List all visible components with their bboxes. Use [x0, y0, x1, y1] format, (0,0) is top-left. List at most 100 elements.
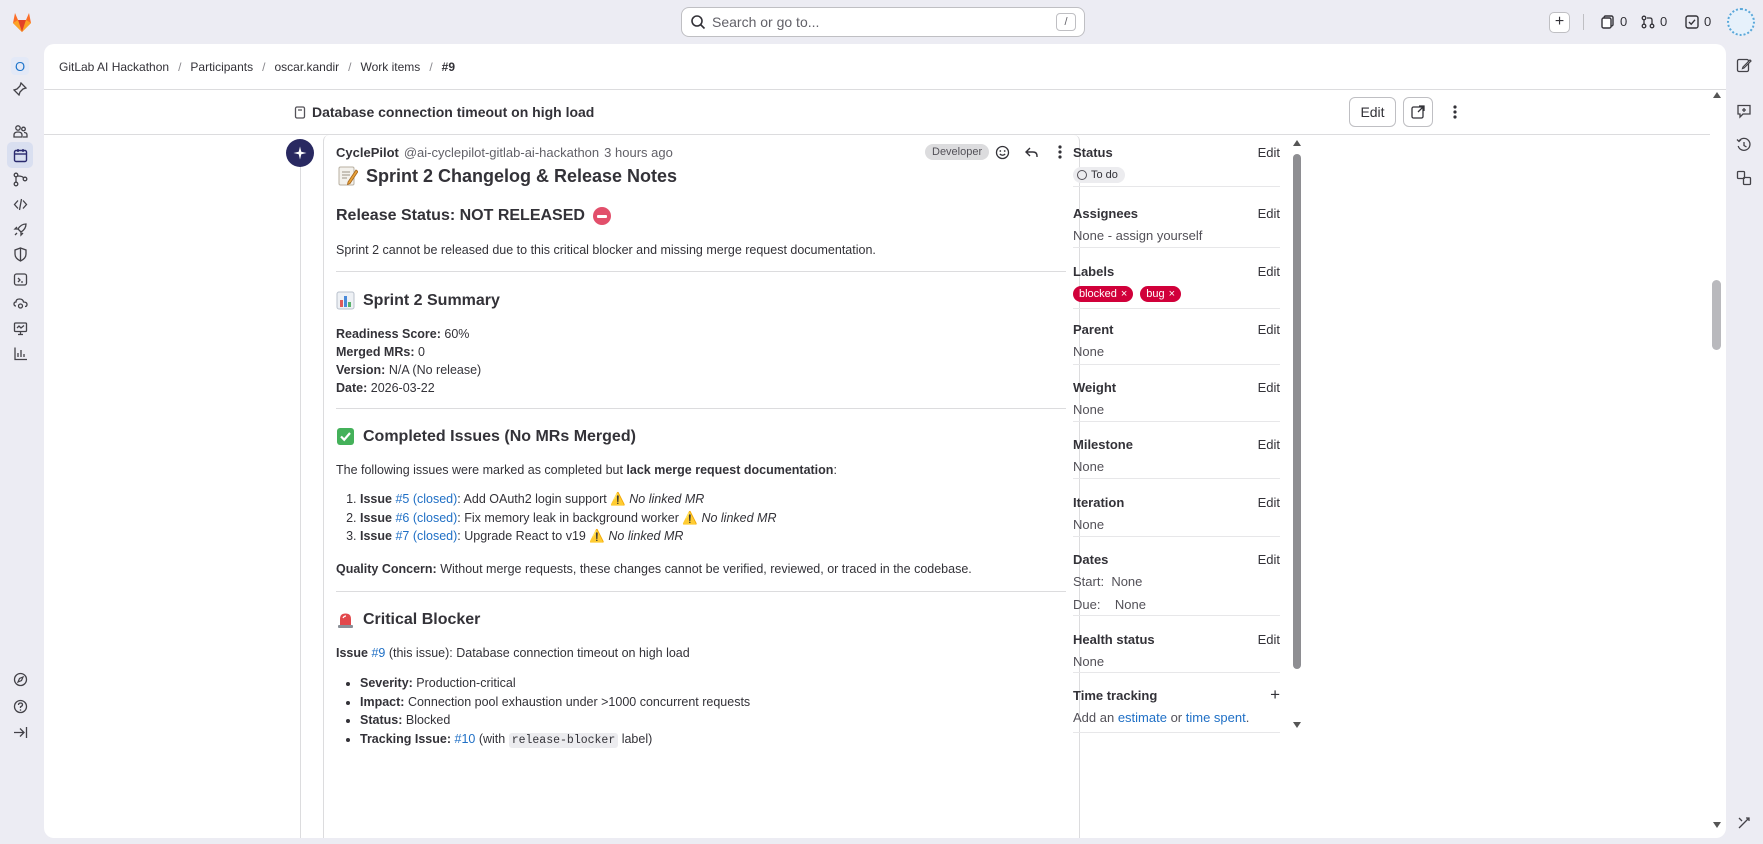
code-merge-icon[interactable] [11, 170, 29, 188]
related-items-icon[interactable] [1736, 170, 1754, 188]
more-actions-kebab-icon[interactable] [1445, 102, 1465, 122]
duo-assistant-icon[interactable] [1736, 815, 1754, 833]
breadcrumb: GitLab AI Hackathon / Participants / oscar… [59, 60, 456, 74]
pin-icon[interactable] [11, 80, 29, 98]
issues-icon [1601, 14, 1614, 29]
list-item: Status: Blocked [360, 711, 1066, 730]
issue-link[interactable]: #5 (closed) [395, 492, 457, 506]
edit-parent-button[interactable]: Edit [1258, 322, 1280, 337]
code-icon[interactable] [11, 195, 29, 213]
manage-icon[interactable] [11, 122, 29, 140]
release-status-text: Sprint 2 cannot be released due to this … [336, 243, 876, 257]
todo-checkbox-icon [1685, 14, 1699, 29]
explore-compass-icon[interactable] [11, 670, 29, 688]
help-icon[interactable] [11, 697, 29, 715]
add-comment-icon[interactable] [1736, 103, 1754, 121]
list-item: Issue #6 (closed): Fix memory leak in ba… [360, 509, 1066, 528]
divider [1073, 308, 1280, 309]
sidebar-scroll-up-icon[interactable] [1293, 140, 1301, 146]
gitlab-logo-icon[interactable] [10, 10, 34, 34]
create-new-button[interactable]: + [1549, 12, 1570, 33]
left-navigation-rail: O [0, 44, 40, 844]
emoji-reaction-icon[interactable] [993, 143, 1011, 161]
operate-icon[interactable] [11, 294, 29, 312]
remove-label-icon[interactable]: × [1121, 288, 1127, 300]
list-item: Issue #7 (closed): Upgrade React to v19 … [360, 527, 1066, 546]
note-author[interactable]: CyclePilot [336, 145, 399, 160]
summary-heading: Sprint 2 Summary [336, 291, 1066, 310]
plan-icon[interactable] [7, 142, 33, 168]
monitor-icon[interactable] [11, 319, 29, 337]
sidebar-scrollbar[interactable] [1293, 154, 1301, 669]
note-more-kebab-icon[interactable] [1051, 143, 1069, 161]
weight-section: Weight Edit None [1073, 380, 1280, 417]
assign-yourself-link[interactable]: None - assign yourself [1073, 228, 1280, 243]
breadcrumb-item[interactable]: Participants [190, 60, 253, 74]
label-chip[interactable]: bug × [1140, 286, 1182, 302]
estimate-link[interactable]: estimate [1118, 710, 1167, 725]
edit-milestone-button[interactable]: Edit [1258, 437, 1280, 452]
issue-link[interactable]: #9 [371, 646, 385, 660]
edit-labels-button[interactable]: Edit [1258, 264, 1280, 279]
history-icon[interactable] [1736, 137, 1754, 155]
edit-button[interactable]: Edit [1349, 97, 1396, 127]
edit-iteration-button[interactable]: Edit [1258, 495, 1280, 510]
label-chip[interactable]: blocked × [1073, 286, 1134, 302]
work-item-title: Database connection timeout on high load [312, 104, 595, 120]
warning-emoji-icon: ⚠️ [610, 492, 626, 506]
divider [1073, 478, 1280, 479]
user-avatar[interactable] [1727, 8, 1755, 36]
search-input[interactable]: Search or go to... / [681, 7, 1085, 37]
time-spent-link[interactable]: time spent [1186, 710, 1246, 725]
merge-requests-count: 0 [1660, 14, 1668, 29]
deploy-icon[interactable] [11, 270, 29, 288]
health-status-section: Health status Edit None [1073, 632, 1280, 669]
list-item: Impact: Connection pool exhaustion under… [360, 693, 1066, 712]
iteration-section: Iteration Edit None [1073, 495, 1280, 532]
issue-link[interactable]: #6 (closed) [395, 511, 457, 525]
shield-icon[interactable] [11, 245, 29, 263]
breadcrumb-item[interactable]: Work items [361, 60, 421, 74]
page-scroll-up-icon[interactable] [1713, 92, 1721, 98]
summary-row: Readiness Score: 60% [336, 327, 470, 341]
organization-avatar[interactable]: O [11, 57, 29, 75]
edit-dates-button[interactable]: Edit [1258, 552, 1280, 567]
breadcrumb-current[interactable]: #9 [442, 60, 455, 74]
assigned-issues-button[interactable]: 0 [1601, 14, 1627, 29]
status-badge: To do [1073, 167, 1125, 183]
timeline-line [300, 164, 301, 838]
note-actions [993, 143, 1069, 161]
edit-weight-button[interactable]: Edit [1258, 380, 1280, 395]
top-bar: Search or go to... / + 0 0 0 [0, 0, 1763, 44]
time-tracking-section: Time tracking + Add an estimate or time … [1073, 685, 1280, 725]
list-item: Severity: Production-critical [360, 674, 1066, 693]
divider [1073, 672, 1280, 673]
edit-health-status-button[interactable]: Edit [1258, 632, 1280, 647]
reply-icon[interactable] [1022, 143, 1040, 161]
remove-label-icon[interactable]: × [1169, 288, 1175, 300]
edit-status-button[interactable]: Edit [1258, 145, 1280, 160]
issue-link[interactable]: #10 [455, 732, 476, 746]
rocket-icon[interactable] [11, 220, 29, 238]
edit-note-icon[interactable] [1736, 57, 1754, 75]
main-panel: GitLab AI Hackathon / Participants / oscar… [44, 44, 1726, 838]
note-author-handle[interactable]: @ai-cyclepilot-gitlab-ai-hackathon [404, 145, 599, 160]
page-scrollbar-thumb[interactable] [1712, 280, 1721, 350]
breadcrumb-item[interactable]: oscar.kandir [274, 60, 339, 74]
analytics-icon[interactable] [11, 344, 29, 362]
note-timestamp[interactable]: 3 hours ago [604, 145, 673, 160]
breadcrumb-item[interactable]: GitLab AI Hackathon [59, 60, 169, 74]
issue-link[interactable]: #7 (closed) [395, 529, 457, 543]
blocker-issue: Issue #9 (this issue): Database connecti… [336, 646, 690, 660]
completed-issues-list: Issue #5 (closed): Add OAuth2 login supp… [336, 490, 1066, 546]
add-time-plus-icon[interactable]: + [1270, 685, 1280, 705]
sidebar-scroll-down-icon[interactable] [1293, 722, 1301, 728]
merge-requests-button[interactable]: 0 [1641, 14, 1667, 29]
edit-assignees-button[interactable]: Edit [1258, 206, 1280, 221]
collapse-sidebar-icon[interactable] [11, 723, 29, 741]
bot-avatar[interactable] [286, 139, 314, 167]
page-scroll-down-icon[interactable] [1713, 822, 1721, 828]
list-item: Tracking Issue: #10 (with release-blocke… [360, 730, 1066, 751]
todos-button[interactable]: 0 [1685, 14, 1711, 29]
open-new-tab-button[interactable] [1403, 97, 1433, 127]
